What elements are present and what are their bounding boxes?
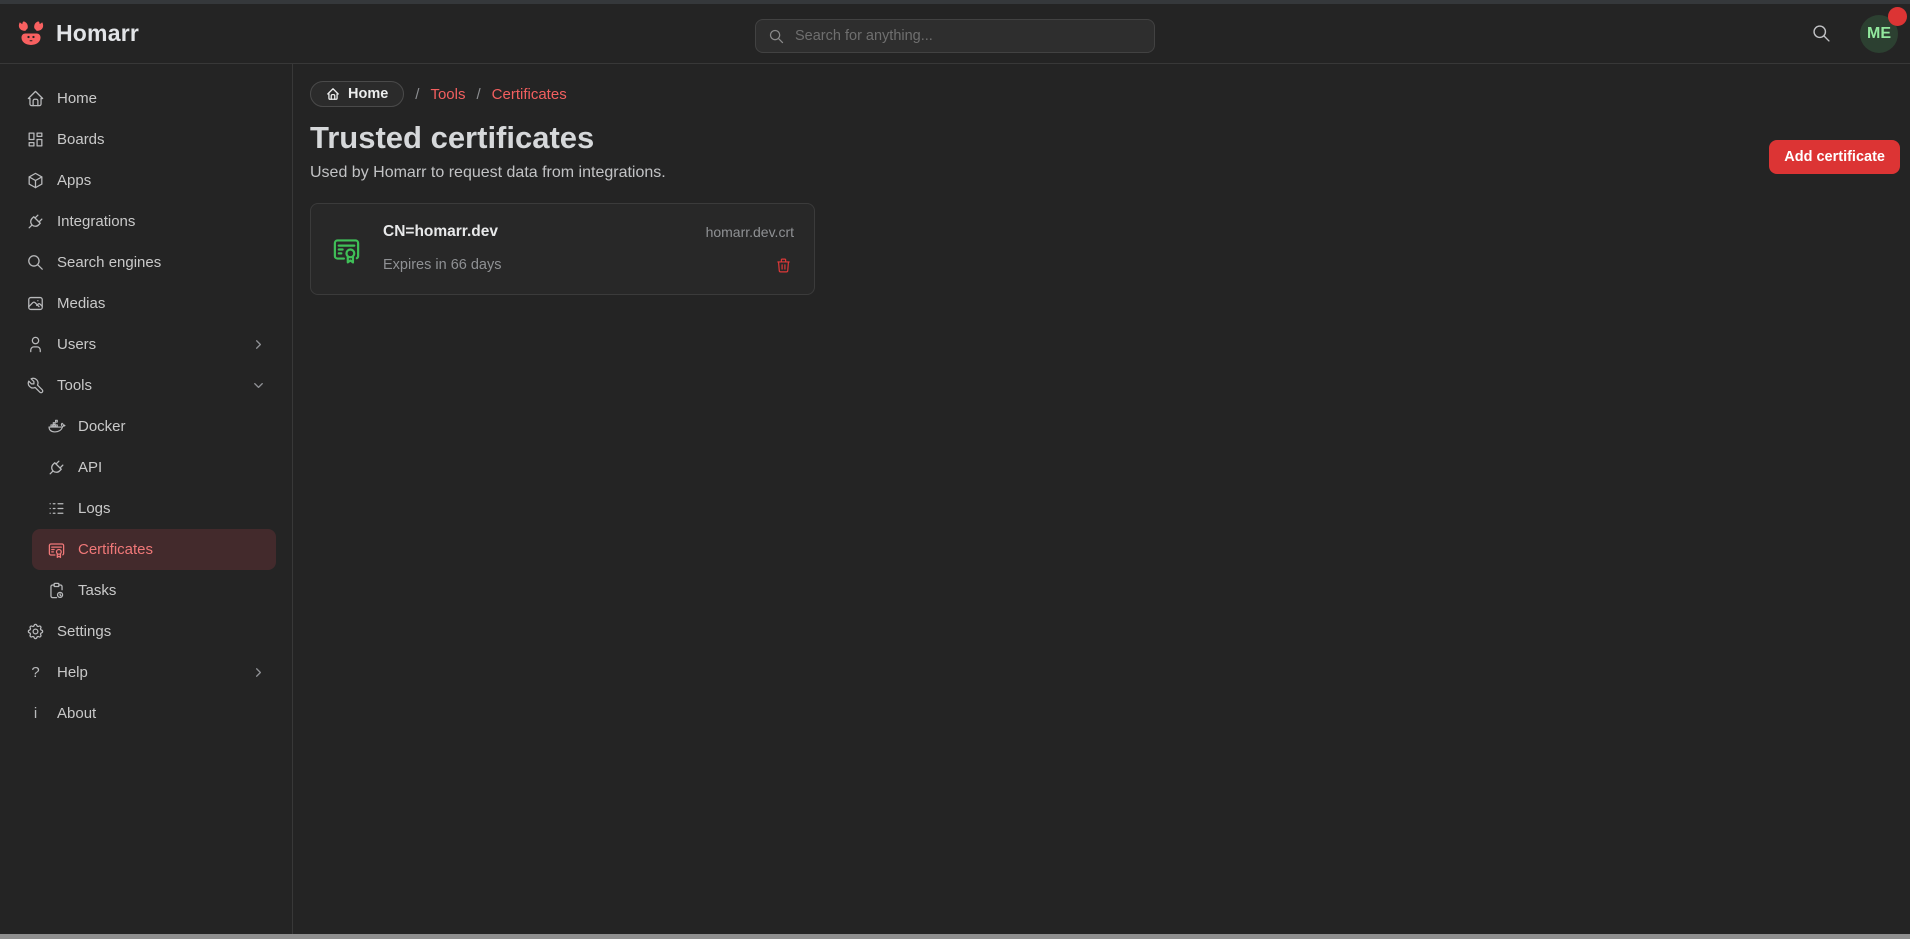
sidebar-item-label: Tools [57, 377, 239, 394]
plug-icon [47, 458, 66, 477]
sidebar-item-label: Docker [78, 418, 261, 435]
delete-certificate-button[interactable] [773, 255, 794, 276]
home-icon [326, 87, 340, 101]
sidebar-item-tasks[interactable]: Tasks [32, 570, 276, 611]
breadcrumb-home-label: Home [348, 86, 388, 102]
sidebar-item-settings[interactable]: Settings [9, 611, 283, 652]
info-icon: i [26, 704, 45, 723]
certificate-common-name: CN=homarr.dev [383, 223, 498, 241]
sidebar-item-boards[interactable]: Boards [9, 119, 283, 160]
sidebar-item-help[interactable]: ? Help [9, 652, 283, 693]
add-certificate-button[interactable]: Add certificate [1769, 140, 1900, 174]
search-icon [26, 253, 45, 272]
sidebar-item-api[interactable]: API [32, 447, 276, 488]
app-header: Homarr ME [0, 0, 1910, 64]
boards-layout-icon [26, 130, 45, 149]
sidebar-item-users[interactable]: Users [9, 324, 283, 365]
sidebar-item-apps[interactable]: Apps [9, 160, 283, 201]
header-search-button[interactable] [1807, 19, 1836, 48]
sidebar-item-label: Settings [57, 623, 266, 640]
breadcrumb: Home / Tools / Certificates [310, 81, 1894, 107]
sidebar-item-tools[interactable]: Tools [9, 365, 283, 406]
breadcrumb-separator: / [477, 86, 481, 103]
sidebar-item-label: About [57, 705, 266, 722]
sidebar: Home Boards Apps Integrations [0, 64, 293, 939]
page-subtitle: Used by Homarr to request data from inte… [310, 164, 1894, 182]
header-actions: ME [1807, 15, 1898, 53]
sidebar-item-docker[interactable]: Docker [32, 406, 276, 447]
sidebar-item-medias[interactable]: Medias [9, 283, 283, 324]
avatar-initials: ME [1867, 25, 1891, 43]
sidebar-item-logs[interactable]: Logs [32, 488, 276, 529]
sidebar-item-label: Search engines [57, 254, 266, 271]
page-title: Trusted certificates [310, 120, 1894, 156]
horizontal-scrollbar[interactable] [0, 934, 1910, 939]
app-logo[interactable]: Homarr [16, 20, 139, 47]
plug-icon [26, 212, 45, 231]
sidebar-item-label: Help [57, 664, 239, 681]
sidebar-item-certificates[interactable]: Certificates [32, 529, 276, 570]
certificate-expiry: Expires in 66 days [383, 257, 501, 273]
certificate-icon [47, 540, 66, 559]
certificate-details: CN=homarr.dev homarr.dev.crt Expires in … [383, 223, 794, 276]
sidebar-item-label: Home [57, 90, 266, 107]
user-avatar[interactable]: ME [1860, 15, 1898, 53]
certificate-card: CN=homarr.dev homarr.dev.crt Expires in … [310, 203, 815, 295]
photo-icon [26, 294, 45, 313]
sidebar-item-search-engines[interactable]: Search engines [9, 242, 283, 283]
app-name: Homarr [56, 20, 139, 47]
breadcrumb-link-tools[interactable]: Tools [430, 86, 465, 103]
breadcrumb-home-pill[interactable]: Home [310, 81, 404, 107]
sidebar-item-label: Certificates [78, 541, 261, 558]
breadcrumb-separator: / [415, 86, 419, 103]
user-icon [26, 335, 45, 354]
trash-icon [775, 257, 792, 274]
sidebar-item-label: Logs [78, 500, 261, 517]
breadcrumb-link-certificates[interactable]: Certificates [492, 86, 567, 103]
main-content: Home / Tools / Certificates Trusted cert… [294, 64, 1910, 939]
package-icon [26, 171, 45, 190]
search-input[interactable] [795, 28, 1142, 44]
sidebar-item-about[interactable]: i About [9, 693, 283, 734]
window-top-edge [0, 0, 1910, 4]
notification-dot [1888, 7, 1907, 26]
sidebar-item-label: Medias [57, 295, 266, 312]
homarr-crab-logo-icon [16, 20, 46, 47]
sidebar-item-label: Integrations [57, 213, 266, 230]
certificate-file-name: homarr.dev.crt [706, 224, 794, 240]
sidebar-item-label: Tasks [78, 582, 261, 599]
gear-icon [26, 622, 45, 641]
docker-icon [47, 417, 66, 436]
certificate-icon [331, 234, 362, 265]
sidebar-item-label: Boards [57, 131, 266, 148]
search-icon [1811, 23, 1832, 44]
sidebar-item-label: Users [57, 336, 239, 353]
chevron-right-icon [251, 337, 266, 352]
sidebar-item-label: API [78, 459, 261, 476]
search-icon [768, 28, 785, 45]
sidebar-item-label: Apps [57, 172, 266, 189]
sidebar-item-integrations[interactable]: Integrations [9, 201, 283, 242]
global-search-box[interactable] [755, 19, 1155, 53]
logs-list-icon [47, 499, 66, 518]
sidebar-item-home[interactable]: Home [9, 78, 283, 119]
chevron-right-icon [251, 665, 266, 680]
chevron-down-icon [251, 378, 266, 393]
clipboard-clock-icon [47, 581, 66, 600]
question-mark-icon: ? [26, 663, 45, 682]
wrench-icon [26, 376, 45, 395]
home-icon [26, 89, 45, 108]
